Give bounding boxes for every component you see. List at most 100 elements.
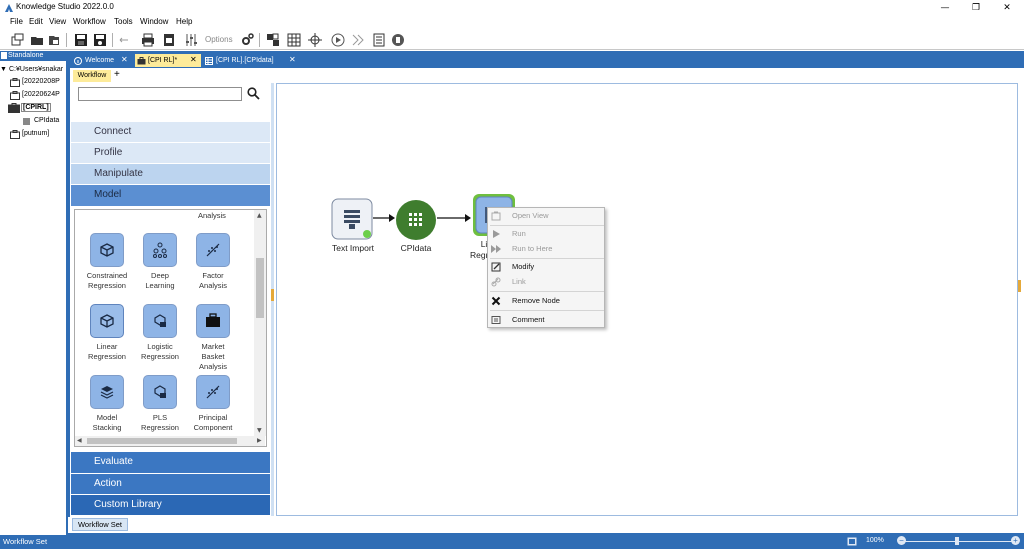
save-all-icon[interactable] xyxy=(93,33,107,47)
menu-item-run[interactable]: Run xyxy=(488,227,604,241)
tree-item-project[interactable]: [putnum] xyxy=(22,130,49,137)
open-folder-icon[interactable] xyxy=(30,33,44,47)
category-action[interactable]: Action xyxy=(71,474,270,494)
tab-label: [CPI RL]* xyxy=(148,57,178,64)
collapse-handle-icon[interactable] xyxy=(271,289,274,301)
tab-workflow-set[interactable]: Workflow Set xyxy=(72,518,128,531)
server-icon xyxy=(1,52,7,59)
window-title: Knowledge Studio 2022.0.0 xyxy=(16,2,114,11)
tree-item-root[interactable]: C:¥Users¥snakar xyxy=(9,66,63,73)
dataset-node[interactable] xyxy=(394,198,438,242)
category-manipulate[interactable]: Manipulate xyxy=(71,164,270,184)
cube-icon xyxy=(100,243,114,257)
target-icon[interactable] xyxy=(308,33,322,47)
menu-item-link[interactable]: Link xyxy=(488,275,604,289)
title-bar xyxy=(0,0,1024,16)
options-sliders-icon[interactable] xyxy=(184,33,198,47)
category-custom-library[interactable]: Custom Library xyxy=(71,495,270,515)
tab-cpi-rl-cpidata[interactable]: [CPI RL].[CPIdata] xyxy=(203,54,299,67)
undo-icon[interactable] xyxy=(117,33,131,47)
workflow-canvas[interactable] xyxy=(276,83,1018,516)
grid-icon[interactable] xyxy=(287,33,301,47)
menu-separator xyxy=(490,310,604,311)
zoom-in-button[interactable]: + xyxy=(1011,536,1020,545)
save-icon[interactable] xyxy=(74,33,88,47)
tree-item-active-project[interactable]: [CPIRL] xyxy=(21,103,51,112)
menu-help[interactable]: Help xyxy=(176,17,192,26)
menu-tools[interactable]: Tools xyxy=(114,17,133,26)
node-label: Text Import xyxy=(331,243,375,253)
stack-icon xyxy=(100,386,114,399)
tree-item-project[interactable]: [20220208P xyxy=(22,78,60,85)
comment-icon xyxy=(491,316,501,324)
report-icon[interactable] xyxy=(372,33,386,47)
open-view-icon xyxy=(491,211,501,221)
node-label: CPIdata xyxy=(400,243,432,253)
menu-item-run-to-here[interactable]: Run to Here xyxy=(488,242,604,256)
palette-search-input[interactable] xyxy=(78,87,242,101)
stop-icon[interactable] xyxy=(391,33,405,47)
menu-workflow[interactable]: Workflow xyxy=(73,17,106,26)
export-pdf-icon[interactable] xyxy=(162,33,176,47)
menu-window[interactable]: Window xyxy=(140,17,168,26)
fit-view-icon[interactable] xyxy=(847,537,857,546)
scroll-down-icon[interactable]: ▼ xyxy=(257,427,262,434)
restore-button[interactable]: ❐ xyxy=(961,0,991,16)
node-label: Linear Regression xyxy=(88,342,126,361)
add-tab-button[interactable]: + xyxy=(114,69,120,81)
open-file-icon[interactable] xyxy=(47,33,61,47)
minimize-button[interactable]: — xyxy=(930,0,960,16)
gear-icon[interactable] xyxy=(240,33,254,47)
toolbar-separator xyxy=(66,33,67,47)
modify-icon xyxy=(491,262,501,272)
tab-workflow[interactable]: Workflow xyxy=(73,70,111,82)
category-evaluate[interactable]: Evaluate xyxy=(71,452,270,473)
search-icon[interactable] xyxy=(247,87,260,100)
menu-item-comment[interactable]: Comment xyxy=(488,313,604,327)
link-icon xyxy=(491,277,501,287)
menu-file[interactable]: File xyxy=(10,17,23,26)
logistic-icon xyxy=(154,314,166,327)
category-profile[interactable]: Profile xyxy=(71,143,270,163)
tree-expand-icon[interactable]: ▼ xyxy=(0,66,7,73)
close-window-button[interactable]: ✕ xyxy=(992,0,1022,16)
new-workflow-icon[interactable] xyxy=(10,33,24,47)
menu-view[interactable]: View xyxy=(49,17,66,26)
menu-item-modify[interactable]: Modify xyxy=(488,260,604,274)
node-label: Factor Analysis xyxy=(199,271,227,290)
collapse-handle-icon[interactable] xyxy=(1018,280,1021,292)
scroll-right-icon[interactable]: ▶ xyxy=(257,437,262,444)
tree-item-dataset[interactable]: CPIdata xyxy=(34,117,59,124)
options-button[interactable]: Options xyxy=(205,35,233,44)
node-add-icon[interactable] xyxy=(266,33,280,47)
close-tab-icon[interactable]: ✕ xyxy=(289,55,296,64)
scroll-up-icon[interactable]: ▲ xyxy=(257,212,262,219)
menu-item-open-view[interactable]: Open View xyxy=(488,209,604,223)
scroll-left-icon[interactable]: ◀ xyxy=(77,437,82,444)
pls-icon xyxy=(154,385,166,398)
scrollbar-thumb[interactable] xyxy=(87,438,237,444)
run-icon xyxy=(493,230,500,238)
zoom-slider[interactable] xyxy=(905,541,1013,542)
print-icon[interactable] xyxy=(141,33,155,47)
zoom-slider-thumb[interactable] xyxy=(955,537,959,545)
vertical-scrollbar[interactable] xyxy=(254,210,266,436)
bottom-tab-strip xyxy=(68,517,1024,533)
tree-item-project[interactable]: [20220624P xyxy=(22,91,60,98)
node-label: Regr xyxy=(470,250,489,260)
run-circle-icon[interactable] xyxy=(331,33,345,47)
close-tab-icon[interactable]: ✕ xyxy=(121,55,128,64)
close-tab-icon[interactable]: ✕ xyxy=(190,55,197,64)
run-all-icon[interactable] xyxy=(351,33,365,47)
category-model[interactable]: Model xyxy=(71,185,270,206)
menu-edit[interactable]: Edit xyxy=(29,17,43,26)
category-connect[interactable]: Connect xyxy=(71,122,270,142)
project-icon xyxy=(137,57,146,65)
node-label-partial: Analysis xyxy=(198,211,226,220)
standalone-label: Standalone xyxy=(8,52,44,59)
info-icon xyxy=(74,57,82,65)
text-import-node[interactable] xyxy=(331,198,375,242)
scrollbar-thumb[interactable] xyxy=(256,258,264,318)
zoom-level: 100% xyxy=(866,537,884,544)
menu-item-remove-node[interactable]: Remove Node xyxy=(488,294,604,308)
